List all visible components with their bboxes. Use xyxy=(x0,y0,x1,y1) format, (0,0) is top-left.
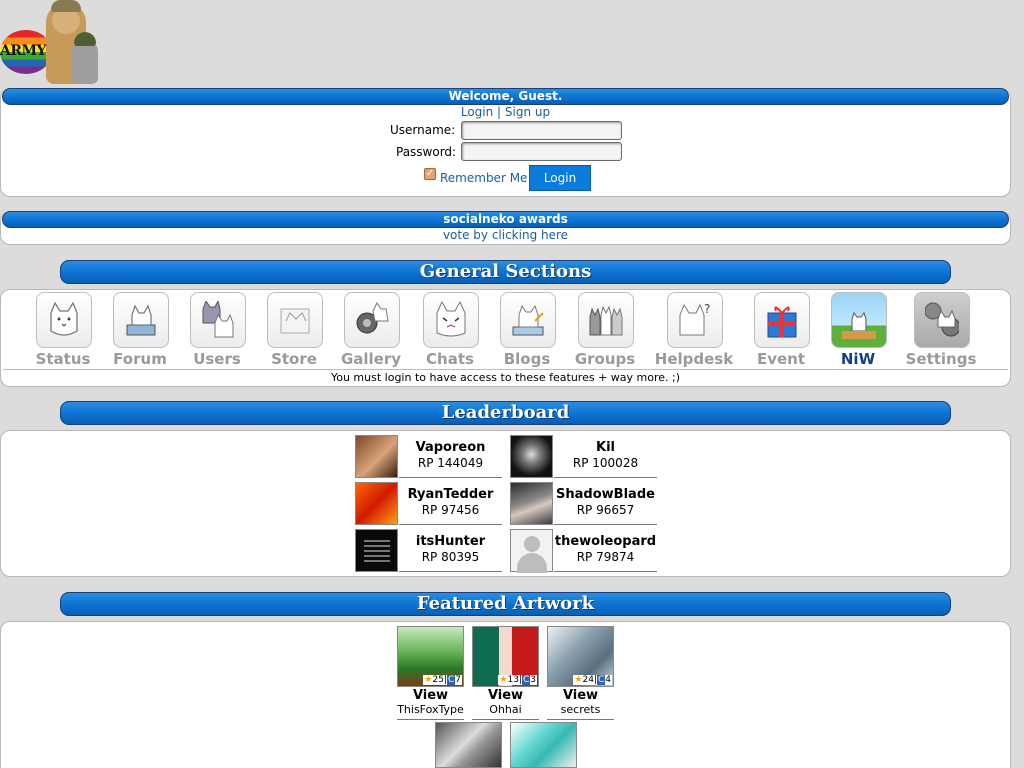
artwork-author[interactable]: Ohhai xyxy=(472,703,539,720)
login-notice: You must login to have access to these f… xyxy=(3,369,1008,386)
default-avatar-icon[interactable] xyxy=(510,529,553,573)
artwork-stats: ★24|C4 xyxy=(573,675,612,685)
leaderboard-rp: RP 79874 xyxy=(576,550,635,564)
leaderboard-name: Kil xyxy=(596,440,615,455)
artwork-view-link[interactable]: View xyxy=(472,688,539,703)
groups-icon xyxy=(578,292,634,348)
section-helpdesk-label: Helpdesk xyxy=(654,350,734,368)
gallery-icon xyxy=(344,292,400,348)
leaderboard-name: thewoleopard xyxy=(554,534,657,549)
section-settings-label: Settings xyxy=(905,350,977,368)
auth-links: Login | Sign up xyxy=(0,105,1011,119)
leaderboard-entry[interactable]: itsHunter RP 80395 xyxy=(399,529,502,572)
leaderboard-rp: RP 100028 xyxy=(572,456,639,470)
army-hat xyxy=(51,0,81,12)
remember-me-label[interactable]: Remember Me xyxy=(440,171,527,185)
artwork-thumbnail[interactable]: ★13|C3 xyxy=(472,626,539,687)
avatar[interactable] xyxy=(355,482,398,525)
leaderboard-name: Vaporeon xyxy=(415,440,486,455)
leaderboard-entry[interactable]: Vaporeon RP 144049 xyxy=(399,435,502,478)
forum-icon xyxy=(113,292,169,348)
leaderboard-entry[interactable]: ShadowBlade RP 96657 xyxy=(554,482,657,525)
leaderboard-panel xyxy=(0,430,1011,577)
site-logo[interactable]: ARMY xyxy=(0,0,100,86)
leaderboard-entry[interactable]: RyanTedder RP 97456 xyxy=(399,482,502,525)
chats-icon xyxy=(423,292,479,348)
artwork-stats: ★25|C7 xyxy=(423,675,462,685)
artwork-author[interactable]: secrets xyxy=(547,703,614,720)
avatar[interactable] xyxy=(510,435,553,478)
artwork-author[interactable]: ThisFoxType xyxy=(397,703,464,720)
signup-link[interactable]: Sign up xyxy=(505,105,550,119)
leaderboard-name: ShadowBlade xyxy=(556,487,655,502)
artwork-thumbnail[interactable] xyxy=(435,722,502,768)
avatar[interactable] xyxy=(355,435,398,478)
section-groups-label: Groups xyxy=(574,350,636,368)
sections-grid: Status Forum Users Store Gallery Chats B… xyxy=(0,292,1011,370)
username-label: Username: xyxy=(390,123,456,137)
login-button[interactable]: Login xyxy=(529,165,591,191)
awards-link-row: vote by clicking here xyxy=(0,228,1011,242)
status-icon xyxy=(36,292,92,348)
featured-artwork-header: Featured Artwork xyxy=(60,592,951,616)
users-icon xyxy=(190,292,246,348)
awards-vote-link[interactable]: vote by clicking here xyxy=(443,228,568,242)
leaderboard-entry[interactable]: Kil RP 100028 xyxy=(554,435,657,478)
settings-icon xyxy=(914,292,970,348)
section-niw-label: NiW xyxy=(840,350,876,368)
artwork-thumbnail[interactable] xyxy=(510,722,577,768)
artwork-view-link[interactable]: View xyxy=(547,688,614,703)
leaderboard-name: itsHunter xyxy=(415,534,486,549)
leaderboard-rp: RP 96657 xyxy=(576,503,635,517)
leaderboard-name: RyanTedder xyxy=(407,487,494,502)
svg-text:?: ? xyxy=(704,302,710,316)
artwork-thumbnail[interactable]: ★24|C4 xyxy=(547,626,614,687)
logo-text: ARMY xyxy=(0,43,47,59)
leaderboard-header: Leaderboard xyxy=(60,401,951,425)
artwork-stats: ★13|C3 xyxy=(498,675,537,685)
password-input[interactable] xyxy=(461,142,622,161)
remember-me-checkbox[interactable]: ✓ xyxy=(424,168,436,180)
avatar[interactable] xyxy=(355,529,398,572)
link-separator: | xyxy=(497,105,502,119)
avatar[interactable] xyxy=(510,482,553,525)
leaderboard-rp: RP 144049 xyxy=(417,456,484,470)
artwork-view-link[interactable]: View xyxy=(397,688,464,703)
general-sections-header: General Sections xyxy=(60,260,951,284)
blogs-icon xyxy=(500,292,556,348)
helpdesk-icon: ? xyxy=(667,292,723,348)
section-blogs-label: Blogs xyxy=(503,350,551,368)
leaderboard-rp: RP 80395 xyxy=(421,550,480,564)
niw-icon xyxy=(831,292,887,348)
gift-icon xyxy=(754,292,810,348)
leaderboard-entry[interactable]: thewoleopard RP 79874 xyxy=(554,529,657,572)
section-gallery-label: Gallery xyxy=(340,350,402,368)
store-icon xyxy=(267,292,323,348)
leaderboard-rp: RP 97456 xyxy=(421,503,480,517)
login-link[interactable]: Login xyxy=(461,105,493,119)
cat-figure xyxy=(72,40,98,84)
username-input[interactable] xyxy=(461,121,622,140)
artwork-thumbnail[interactable]: ★25|C7 xyxy=(397,626,464,687)
welcome-header: Welcome, Guest. xyxy=(2,88,1009,105)
army-helmet xyxy=(74,32,96,46)
password-label: Password: xyxy=(396,145,457,159)
awards-header: socialneko awards xyxy=(2,211,1009,228)
